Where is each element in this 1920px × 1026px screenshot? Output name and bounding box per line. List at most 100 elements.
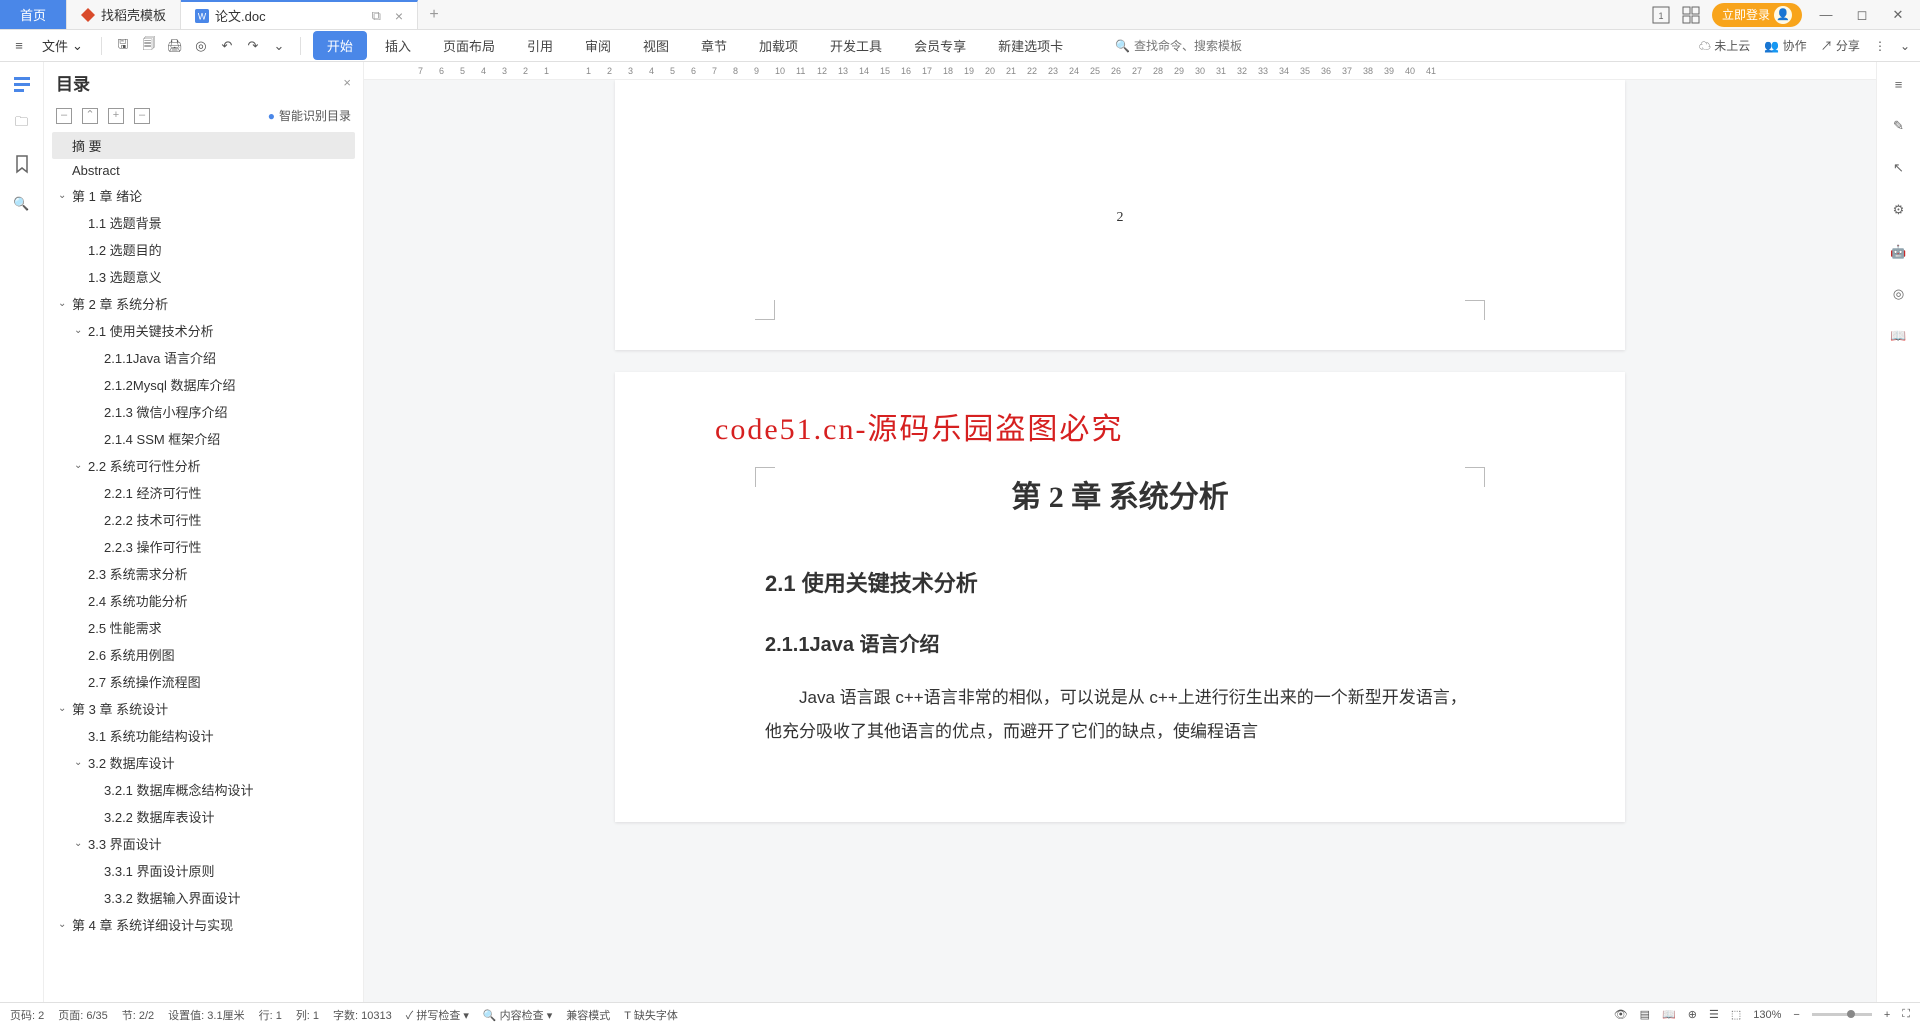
status-section[interactable]: 节: 2/2: [122, 1007, 154, 1023]
outline-item[interactable]: 2.1.4 SSM 框架介绍: [52, 425, 355, 452]
minimize-button[interactable]: —: [1814, 7, 1838, 22]
status-setting[interactable]: 设置值: 3.1厘米: [168, 1007, 244, 1023]
chevron-down-icon[interactable]: ⌄: [74, 460, 88, 471]
chevron-down-icon[interactable]: ⌄: [74, 325, 88, 336]
outline-nav-icon[interactable]: [12, 74, 32, 94]
view-outline-icon[interactable]: ☰: [1709, 1008, 1719, 1021]
ai-icon[interactable]: 🤖: [1889, 242, 1909, 262]
expand-all-icon[interactable]: ⌃: [82, 108, 98, 124]
outline-item[interactable]: ⌄第 1 章 绪论: [52, 182, 355, 209]
file-menu[interactable]: 文件 ⌄: [36, 36, 89, 55]
outline-item[interactable]: 1.3 选题意义: [52, 263, 355, 290]
outline-item[interactable]: 1.2 选题目的: [52, 236, 355, 263]
collapse-icon[interactable]: ≡: [1889, 74, 1909, 94]
outline-item[interactable]: 3.2.1 数据库概念结构设计: [52, 776, 355, 803]
menu-icon[interactable]: ≡: [10, 37, 28, 55]
undo-icon[interactable]: ↶: [218, 37, 236, 55]
outline-item[interactable]: 2.1.3 微信小程序介绍: [52, 398, 355, 425]
target-icon[interactable]: ◎: [1889, 284, 1909, 304]
outline-item[interactable]: 2.1.2Mysql 数据库介绍: [52, 371, 355, 398]
outline-item[interactable]: 2.1.1Java 语言介绍: [52, 344, 355, 371]
edit-icon[interactable]: ✎: [1889, 116, 1909, 136]
status-page[interactable]: 页码: 2: [10, 1007, 44, 1023]
status-spellcheck[interactable]: ✓ 拼写检查 ▾: [406, 1007, 469, 1023]
outline-item[interactable]: 2.5 性能需求: [52, 614, 355, 641]
share-button[interactable]: ↗ 分享: [1821, 37, 1860, 54]
outline-item[interactable]: 2.4 系统功能分析: [52, 587, 355, 614]
outline-item[interactable]: 摘 要: [52, 132, 355, 159]
zoom-in-button[interactable]: +: [1884, 1009, 1890, 1021]
login-button[interactable]: 立即登录👤: [1712, 3, 1802, 27]
outline-item[interactable]: 2.7 系统操作流程图: [52, 668, 355, 695]
tab-home[interactable]: 首页: [0, 0, 67, 29]
ribbon-tab-10[interactable]: 新建选项卡: [984, 31, 1077, 60]
level-up-icon[interactable]: +: [108, 108, 124, 124]
outline-item[interactable]: 2.3 系统需求分析: [52, 560, 355, 587]
chevron-down-icon[interactable]: ⌄: [58, 703, 72, 714]
search-input[interactable]: [1134, 39, 1254, 53]
cloud-status[interactable]: ☁ 未上云: [1699, 37, 1750, 54]
ribbon-tab-7[interactable]: 加载项: [745, 31, 812, 60]
tab-document[interactable]: W 论文.doc ⧉ ×: [181, 0, 418, 29]
outline-item[interactable]: 2.2.3 操作可行性: [52, 533, 355, 560]
fullscreen-icon[interactable]: ⛶: [1902, 1008, 1910, 1021]
ribbon-tab-6[interactable]: 章节: [687, 31, 741, 60]
ribbon-tab-3[interactable]: 引用: [513, 31, 567, 60]
outline-item[interactable]: ⌄第 4 章 系统详细设计与实现: [52, 911, 355, 938]
close-outline-icon[interactable]: ×: [343, 75, 351, 90]
ribbon-tab-9[interactable]: 会员专享: [900, 31, 980, 60]
find-icon[interactable]: 🔍: [12, 194, 32, 214]
redo-icon[interactable]: ↷: [244, 37, 262, 55]
outline-item[interactable]: 2.2.1 经济可行性: [52, 479, 355, 506]
outline-item[interactable]: ⌄第 2 章 系统分析: [52, 290, 355, 317]
smart-detect-button[interactable]: ● 智能识别目录: [268, 107, 351, 124]
fit-width-icon[interactable]: ⬚: [1731, 1008, 1741, 1021]
layout-icon[interactable]: 1: [1652, 6, 1670, 24]
settings-icon[interactable]: ⚙: [1889, 200, 1909, 220]
outline-item[interactable]: ⌄3.2 数据库设计: [52, 749, 355, 776]
collapse-ribbon-icon[interactable]: ⌄: [1900, 39, 1910, 53]
outline-item[interactable]: 2.6 系统用例图: [52, 641, 355, 668]
document-scroll[interactable]: 2 code51.cn-源码乐园盗图必究 第 2 章 系统分析 2.1 使用关键…: [364, 80, 1876, 1002]
view-read-icon[interactable]: 📖: [1662, 1008, 1676, 1021]
outline-item[interactable]: ⌄3.3 界面设计: [52, 830, 355, 857]
print-icon[interactable]: 🖨: [166, 37, 184, 55]
ribbon-tab-8[interactable]: 开发工具: [816, 31, 896, 60]
outline-item[interactable]: 2.2.2 技术可行性: [52, 506, 355, 533]
close-window-button[interactable]: ✕: [1886, 7, 1910, 23]
outline-item[interactable]: 3.1 系统功能结构设计: [52, 722, 355, 749]
cursor-icon[interactable]: ↖: [1889, 158, 1909, 178]
chevron-down-icon[interactable]: ⌄: [58, 919, 72, 930]
folder-icon[interactable]: 🗀: [12, 114, 32, 134]
status-missing-font[interactable]: T 缺失字体: [624, 1007, 678, 1023]
status-compat[interactable]: 兼容模式: [566, 1007, 610, 1023]
dropdown-icon[interactable]: ⌄: [270, 37, 288, 55]
save-as-icon[interactable]: 🗐: [140, 37, 158, 55]
ribbon-tab-0[interactable]: 开始: [313, 31, 367, 60]
view-print-icon[interactable]: ▤: [1640, 1008, 1650, 1021]
add-tab-button[interactable]: +: [418, 0, 450, 29]
search-box[interactable]: 🔍: [1115, 39, 1254, 53]
tab-template[interactable]: 找稻壳模板: [67, 0, 181, 29]
close-tab-icon[interactable]: ×: [395, 8, 403, 24]
collab-button[interactable]: 👥 协作: [1764, 37, 1806, 54]
ribbon-tab-2[interactable]: 页面布局: [429, 31, 509, 60]
save-icon[interactable]: 🖫: [114, 37, 132, 55]
collapse-all-icon[interactable]: –: [56, 108, 72, 124]
outline-item[interactable]: 3.3.2 数据输入界面设计: [52, 884, 355, 911]
zoom-out-button[interactable]: −: [1793, 1009, 1799, 1021]
reader-icon[interactable]: 📖: [1889, 326, 1909, 346]
more-icon[interactable]: ⋮: [1874, 39, 1886, 53]
outline-item[interactable]: ⌄2.1 使用关键技术分析: [52, 317, 355, 344]
chevron-down-icon[interactable]: ⌄: [74, 838, 88, 849]
bookmark-icon[interactable]: [12, 154, 32, 174]
print-preview-icon[interactable]: ◎: [192, 37, 210, 55]
outline-item[interactable]: ⌄第 3 章 系统设计: [52, 695, 355, 722]
status-contentcheck[interactable]: 🔍 内容检查 ▾: [483, 1007, 552, 1023]
status-col[interactable]: 列: 1: [296, 1007, 319, 1023]
horizontal-ruler[interactable]: 7654321123456789101112131415161718192021…: [364, 62, 1876, 80]
level-down-icon[interactable]: –: [134, 108, 150, 124]
maximize-button[interactable]: ◻: [1850, 7, 1874, 23]
outline-item[interactable]: 3.3.1 界面设计原则: [52, 857, 355, 884]
zoom-level[interactable]: 130%: [1753, 1009, 1781, 1021]
